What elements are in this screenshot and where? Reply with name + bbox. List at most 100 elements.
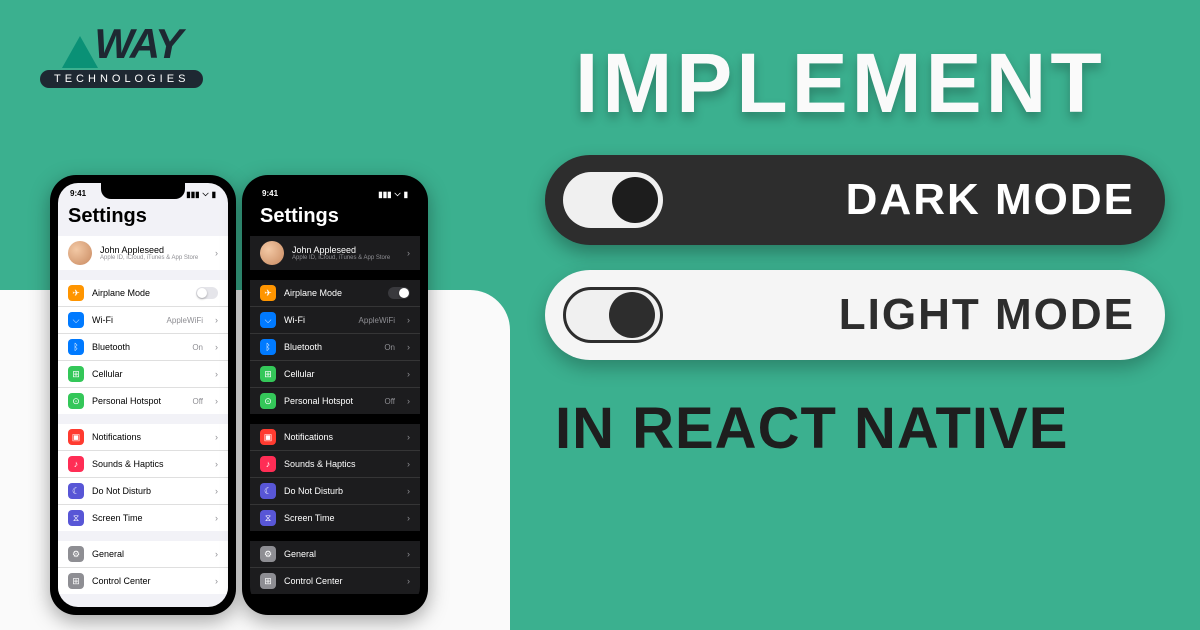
battery-icon: ▮ (404, 190, 408, 199)
settings-row[interactable]: ⊞ Cellular› (58, 361, 228, 388)
row-label: Notifications (92, 432, 203, 442)
settings-row[interactable]: ⧖ Screen Time› (250, 505, 420, 531)
chevron-right-icon: › (215, 432, 218, 442)
settings-row[interactable]: ☾ Do Not Disturb› (58, 478, 228, 505)
row-icon: ⌵ (260, 312, 276, 328)
profile-sub: Apple ID, iCloud, iTunes & App Store (292, 255, 395, 261)
settings-row[interactable]: ♪ Sounds & Haptics › (250, 451, 420, 478)
row-label: Airplane Mode (284, 288, 380, 298)
chevron-right-icon: › (215, 342, 218, 352)
row-icon: ⊙ (260, 393, 276, 409)
chevron-right-icon: › (215, 315, 218, 325)
chevron-right-icon: › (407, 248, 410, 258)
settings-row[interactable]: ᛒ BluetoothOn› (250, 334, 420, 361)
light-mode-toggle[interactable] (563, 287, 663, 343)
chevron-right-icon: › (215, 396, 218, 406)
settings-row[interactable]: ⊙ Personal Hotspot Off › (250, 388, 420, 414)
row-label: Screen Time (92, 513, 203, 523)
headline: IMPLEMENT (575, 35, 1106, 132)
status-time: 9:41 (70, 189, 86, 199)
row-icon: ⚙ (260, 546, 276, 562)
row-value: On (192, 343, 203, 352)
row-icon: ⊞ (260, 573, 276, 589)
row-label: Airplane Mode (92, 288, 188, 298)
page-title: Settings (58, 201, 228, 236)
profile-group: John Appleseed Apple ID, iCloud, iTunes … (250, 236, 420, 270)
row-icon: ⊞ (260, 366, 276, 382)
status-time: 9:41 (262, 189, 278, 199)
settings-row[interactable]: ᛒ BluetoothOn› (58, 334, 228, 361)
signal-icon: ▮▮▮ (186, 190, 199, 199)
chevron-right-icon: › (215, 248, 218, 258)
row-icon: ⊞ (68, 573, 84, 589)
dark-mode-toggle[interactable] (563, 172, 663, 228)
chevron-right-icon: › (407, 432, 410, 442)
settings-row[interactable]: ☾ Do Not Disturb› (250, 478, 420, 505)
settings-row[interactable]: ✈ Airplane Mode (250, 280, 420, 307)
phone-notch-icon (293, 183, 377, 199)
settings-row[interactable]: ⌵ Wi-FiAppleWiFi› (250, 307, 420, 334)
dark-mode-pill: DARK MODE (545, 155, 1165, 245)
row-icon: ⊙ (68, 393, 84, 409)
row-toggle[interactable] (196, 287, 218, 299)
row-label: Sounds & Haptics (284, 459, 395, 469)
chevron-right-icon: › (215, 459, 218, 469)
settings-row[interactable]: ⌵ Wi-FiAppleWiFi› (58, 307, 228, 334)
wifi-icon: ⌵ (395, 189, 401, 199)
avatar (68, 241, 92, 265)
row-value: On (384, 343, 395, 352)
chevron-right-icon: › (215, 549, 218, 559)
row-icon: ♪ (68, 456, 84, 472)
chevron-right-icon: › (407, 369, 410, 379)
row-icon: ⧖ (68, 510, 84, 526)
profile-row[interactable]: John Appleseed Apple ID, iCloud, iTunes … (250, 236, 420, 270)
row-icon: ☾ (68, 483, 84, 499)
phone-mockups: 9:41 ▮▮▮ ⌵ ▮ Settings John Appleseed App… (50, 175, 428, 615)
row-label: Notifications (284, 432, 395, 442)
chevron-right-icon: › (407, 576, 410, 586)
chevron-right-icon: › (215, 513, 218, 523)
chevron-right-icon: › (215, 369, 218, 379)
row-value: Off (384, 397, 395, 406)
row-icon: ☾ (260, 483, 276, 499)
profile-sub: Apple ID, iCloud, iTunes & App Store (100, 255, 203, 261)
settings-row[interactable]: ⊙ Personal HotspotOff› (58, 388, 228, 414)
toggle-knob-icon (609, 292, 655, 338)
row-label: Personal Hotspot (284, 396, 376, 406)
connectivity-group: ✈ Airplane Mode ⌵ Wi-FiAppleWiFi› ᛒ Blue… (58, 280, 228, 414)
status-icons: ▮▮▮ ⌵ ▮ (186, 189, 216, 199)
settings-row[interactable]: ▣ Notifications › (250, 424, 420, 451)
settings-row[interactable]: ▣ Notifications › (58, 424, 228, 451)
settings-row[interactable]: ⧖ Screen Time › (58, 505, 228, 531)
settings-row[interactable]: ⚙ General› (58, 541, 228, 568)
connectivity-group: ✈ Airplane Mode ⌵ Wi-FiAppleWiFi› ᛒ Blue… (250, 280, 420, 414)
chevron-right-icon: › (407, 396, 410, 406)
chevron-right-icon: › (407, 486, 410, 496)
settings-row[interactable]: ⊞ Control Center› (250, 568, 420, 594)
settings-row[interactable]: ⊞ Control Center › (58, 568, 228, 594)
alerts-group: ▣ Notifications › ♪ Sounds & Haptics› ☾ D… (58, 424, 228, 531)
row-label: Control Center (92, 576, 203, 586)
row-label: Cellular (92, 369, 203, 379)
chevron-right-icon: › (215, 576, 218, 586)
settings-row[interactable]: ⚙ General› (250, 541, 420, 568)
row-icon: ⧖ (260, 510, 276, 526)
settings-row[interactable]: ♪ Sounds & Haptics› (58, 451, 228, 478)
chevron-right-icon: › (407, 459, 410, 469)
row-icon: ᛒ (260, 339, 276, 355)
chevron-right-icon: › (407, 549, 410, 559)
phone-light: 9:41 ▮▮▮ ⌵ ▮ Settings John Appleseed App… (50, 175, 236, 615)
row-icon: ▣ (68, 429, 84, 445)
logo-brand: WAY (94, 20, 181, 68)
profile-row[interactable]: John Appleseed Apple ID, iCloud, iTunes … (58, 236, 228, 270)
settings-row[interactable]: ⊞ Cellular› (250, 361, 420, 388)
settings-row[interactable]: ✈ Airplane Mode (58, 280, 228, 307)
general-group: ⚙ General› ⊞ Control Center› (250, 541, 420, 594)
row-icon: ♪ (260, 456, 276, 472)
chevron-right-icon: › (407, 513, 410, 523)
row-toggle[interactable] (388, 287, 410, 299)
profile-name: John Appleseed (292, 245, 395, 255)
profile-group: John Appleseed Apple ID, iCloud, iTunes … (58, 236, 228, 270)
row-icon: ▣ (260, 429, 276, 445)
row-label: Do Not Disturb (92, 486, 203, 496)
